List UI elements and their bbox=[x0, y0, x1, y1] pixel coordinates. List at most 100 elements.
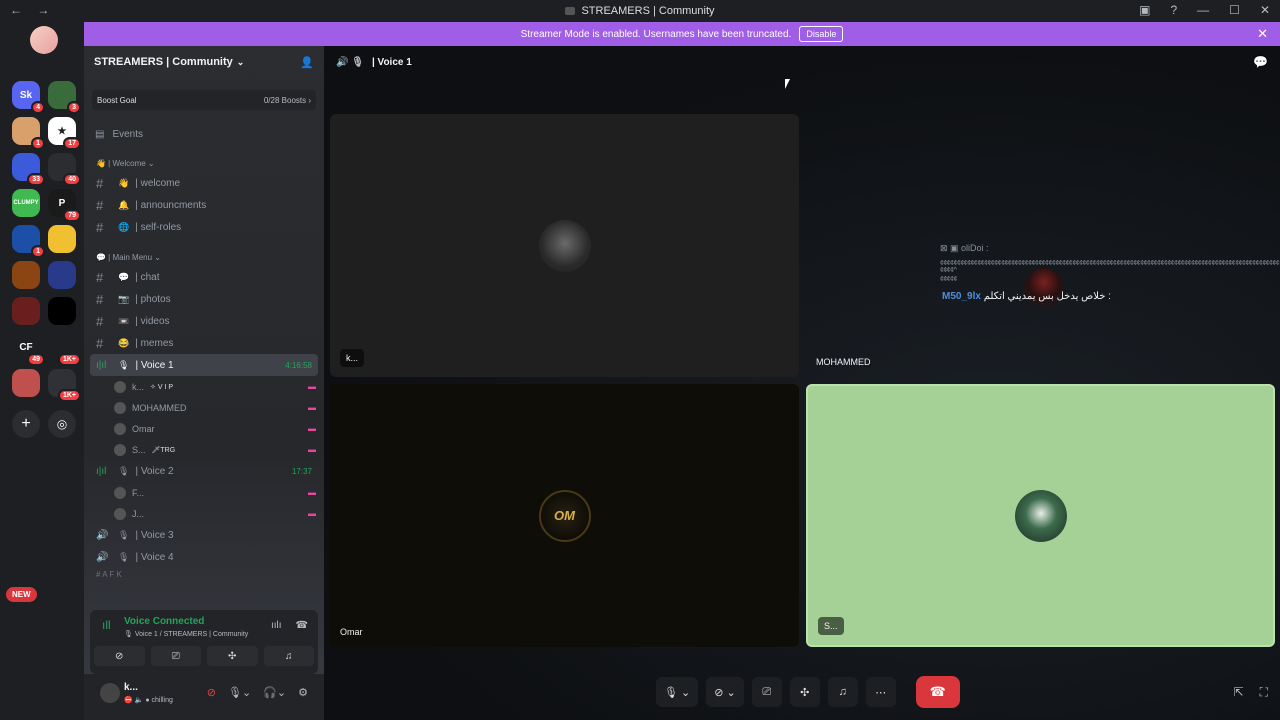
noise-suppression-icon[interactable]: ıılı bbox=[271, 620, 282, 631]
mute-button[interactable]: 🎙 ⌄ bbox=[656, 677, 699, 707]
server-icon[interactable]: 3 bbox=[48, 81, 81, 114]
soundboard-icon[interactable]: ♫ bbox=[827, 677, 858, 707]
channel-name: | photos bbox=[135, 293, 171, 305]
server-icon[interactable]: CLUMPY bbox=[12, 189, 40, 217]
inbox-icon[interactable]: ▣ bbox=[1139, 3, 1150, 17]
invite-icon[interactable]: 👤 bbox=[300, 56, 314, 69]
server-icon[interactable] bbox=[48, 261, 76, 289]
avatar[interactable] bbox=[100, 683, 120, 703]
activity-icon: ▬ bbox=[308, 382, 316, 391]
discover-icon[interactable]: ◎ bbox=[48, 410, 76, 438]
screen-share-icon[interactable]: ⎚ bbox=[751, 677, 782, 707]
server-icon[interactable]: 1K+ bbox=[48, 369, 81, 402]
category-welcome[interactable]: 👋 | Welcome ⌄ bbox=[84, 154, 324, 172]
server-icon[interactable]: 1K+ bbox=[48, 333, 81, 366]
signal-icon[interactable]: ıll bbox=[102, 618, 111, 632]
server-icon[interactable]: 33 bbox=[12, 153, 45, 186]
server-icon[interactable]: 40 bbox=[48, 153, 81, 186]
camera-off-button[interactable]: ⊘ bbox=[94, 646, 145, 666]
text-channel[interactable]: # 😂 | memes bbox=[90, 332, 318, 354]
activities-button[interactable]: ✣ bbox=[207, 646, 258, 666]
channel-emoji: 📷 bbox=[118, 293, 130, 304]
voice-channel-2[interactable]: ı|ıl 🎙 | Voice 2 17:37 bbox=[90, 460, 318, 482]
participant-tile[interactable]: k... bbox=[330, 114, 799, 377]
server-icon[interactable] bbox=[12, 297, 40, 325]
text-channel[interactable]: # 🔔 | announcments bbox=[90, 194, 318, 216]
events-item[interactable]: ▤ Events bbox=[84, 124, 324, 144]
voice-channel-4[interactable]: 🔊 🎙 | Voice 4 bbox=[90, 546, 318, 568]
participant-tile-speaking[interactable]: S... bbox=[806, 384, 1275, 647]
mouse-cursor bbox=[785, 79, 793, 89]
username[interactable]: k... bbox=[124, 682, 138, 693]
home-button[interactable] bbox=[30, 26, 58, 54]
close-icon[interactable]: ✕ bbox=[1260, 3, 1270, 17]
headphones-icon[interactable]: 🎧⌄ bbox=[263, 686, 286, 699]
voice-user-name: F... bbox=[132, 487, 145, 498]
afk-channel[interactable]: # A F K bbox=[90, 568, 318, 580]
boost-goal[interactable]: Boost Goal 0/28 Boosts › bbox=[92, 90, 316, 110]
chat-bubble-icon[interactable]: 💬 bbox=[1253, 55, 1268, 69]
screen-share-button[interactable]: ⎚ bbox=[150, 646, 201, 666]
activities-icon[interactable]: ✣ bbox=[789, 677, 820, 707]
pop-out-icon[interactable]: ⇱ bbox=[1234, 685, 1244, 700]
user-tag: 🗡TRG bbox=[151, 446, 176, 454]
voice-user-name: J... bbox=[132, 508, 145, 519]
maximize-icon[interactable]: ☐ bbox=[1229, 3, 1240, 17]
server-icon[interactable]: 1 bbox=[12, 225, 45, 258]
mention-badge: 49 bbox=[27, 353, 45, 366]
voice-connected-subtitle[interactable]: 🎙 Voice 1 / STREAMERS | Community bbox=[124, 630, 248, 638]
text-channel[interactable]: # 💬 | chat bbox=[90, 266, 318, 288]
voice-channel-1[interactable]: ı|ıl 🎙 | Voice 1 4:16:58 bbox=[90, 354, 318, 376]
text-channel[interactable]: # 📷 | photos bbox=[90, 288, 318, 310]
window-title: STREAMERS | Community bbox=[0, 5, 1280, 17]
mention-badge: 17 bbox=[63, 137, 81, 150]
fullscreen-icon[interactable]: ⛶ bbox=[1260, 685, 1268, 700]
voice-channel-3[interactable]: 🔊 🎙 | Voice 3 bbox=[90, 524, 318, 546]
microphone-icon[interactable]: 🎙⌄ bbox=[228, 686, 251, 699]
voice-user[interactable]: J... ▬ bbox=[114, 503, 316, 524]
voice-user[interactable]: S... 🗡TRG ▬ bbox=[114, 439, 316, 460]
server-icon[interactable] bbox=[48, 225, 76, 253]
disable-button[interactable]: Disable bbox=[799, 26, 844, 42]
add-server-button[interactable]: + bbox=[12, 410, 40, 438]
voice-user[interactable]: MOHAMMED ▬ bbox=[114, 397, 316, 418]
channel-name: # A F K bbox=[96, 569, 122, 579]
minimize-icon[interactable]: — bbox=[1197, 3, 1209, 17]
hang-up-button[interactable]: ☎ bbox=[915, 676, 960, 708]
mic-icon: 🎙 bbox=[118, 465, 130, 476]
participant-avatar bbox=[538, 219, 591, 272]
server-icon[interactable] bbox=[12, 261, 40, 289]
guild-header[interactable]: STREAMERS | Community ⌄ 👤 bbox=[84, 46, 324, 78]
server-icon[interactable] bbox=[48, 297, 76, 325]
category-main-menu[interactable]: 💬 | Main Menu ⌄ bbox=[84, 248, 324, 266]
more-options-icon[interactable]: ⋯ bbox=[865, 677, 896, 707]
banner-text: Streamer Mode is enabled. Usernames have… bbox=[520, 28, 792, 40]
server-icon[interactable] bbox=[12, 369, 40, 397]
close-banner-icon[interactable]: ✕ bbox=[1257, 26, 1268, 42]
voice-user[interactable]: Omar ▬ bbox=[114, 418, 316, 439]
soundboard-button[interactable]: ♫ bbox=[263, 646, 314, 666]
help-icon[interactable]: ? bbox=[1170, 3, 1177, 17]
participant-name: S... bbox=[818, 617, 844, 635]
participant-tile[interactable]: OM Omar bbox=[330, 384, 799, 647]
server-icon[interactable]: P 79 bbox=[48, 189, 81, 222]
disconnect-icon[interactable]: ☎ bbox=[296, 620, 308, 631]
settings-gear-icon[interactable]: ⚙ bbox=[298, 686, 308, 699]
server-icon[interactable]: Sk 4 bbox=[12, 81, 45, 114]
voice-user[interactable]: k... ✧ V I P ▬ bbox=[114, 376, 316, 397]
text-channel[interactable]: # 👋 | welcome bbox=[90, 172, 318, 194]
camera-off-icon[interactable]: ⊘ bbox=[207, 686, 216, 699]
mention-badge: 1K+ bbox=[57, 389, 81, 402]
camera-button[interactable]: ⊘ ⌄ bbox=[706, 677, 744, 707]
server-icon[interactable]: 1 bbox=[12, 117, 45, 150]
voice-main-area: 🔊 🎙 | Voice 1 💬 k... MOHAMMED ⊠ ▣ oliDoi… bbox=[324, 46, 1280, 720]
text-channel[interactable]: # 📼 | videos bbox=[90, 310, 318, 332]
avatar bbox=[114, 401, 126, 414]
hash-icon: # bbox=[96, 269, 104, 285]
text-channel[interactable]: # 🌐 | self-roles bbox=[90, 216, 318, 238]
voice-user[interactable]: F... ▬ bbox=[114, 482, 316, 503]
server-icon[interactable]: CF 49 bbox=[12, 333, 45, 366]
participant-tile[interactable]: MOHAMMED bbox=[806, 114, 1275, 377]
server-icon[interactable]: ★ 17 bbox=[48, 117, 81, 150]
voice-connected-title[interactable]: Voice Connected bbox=[124, 616, 204, 627]
